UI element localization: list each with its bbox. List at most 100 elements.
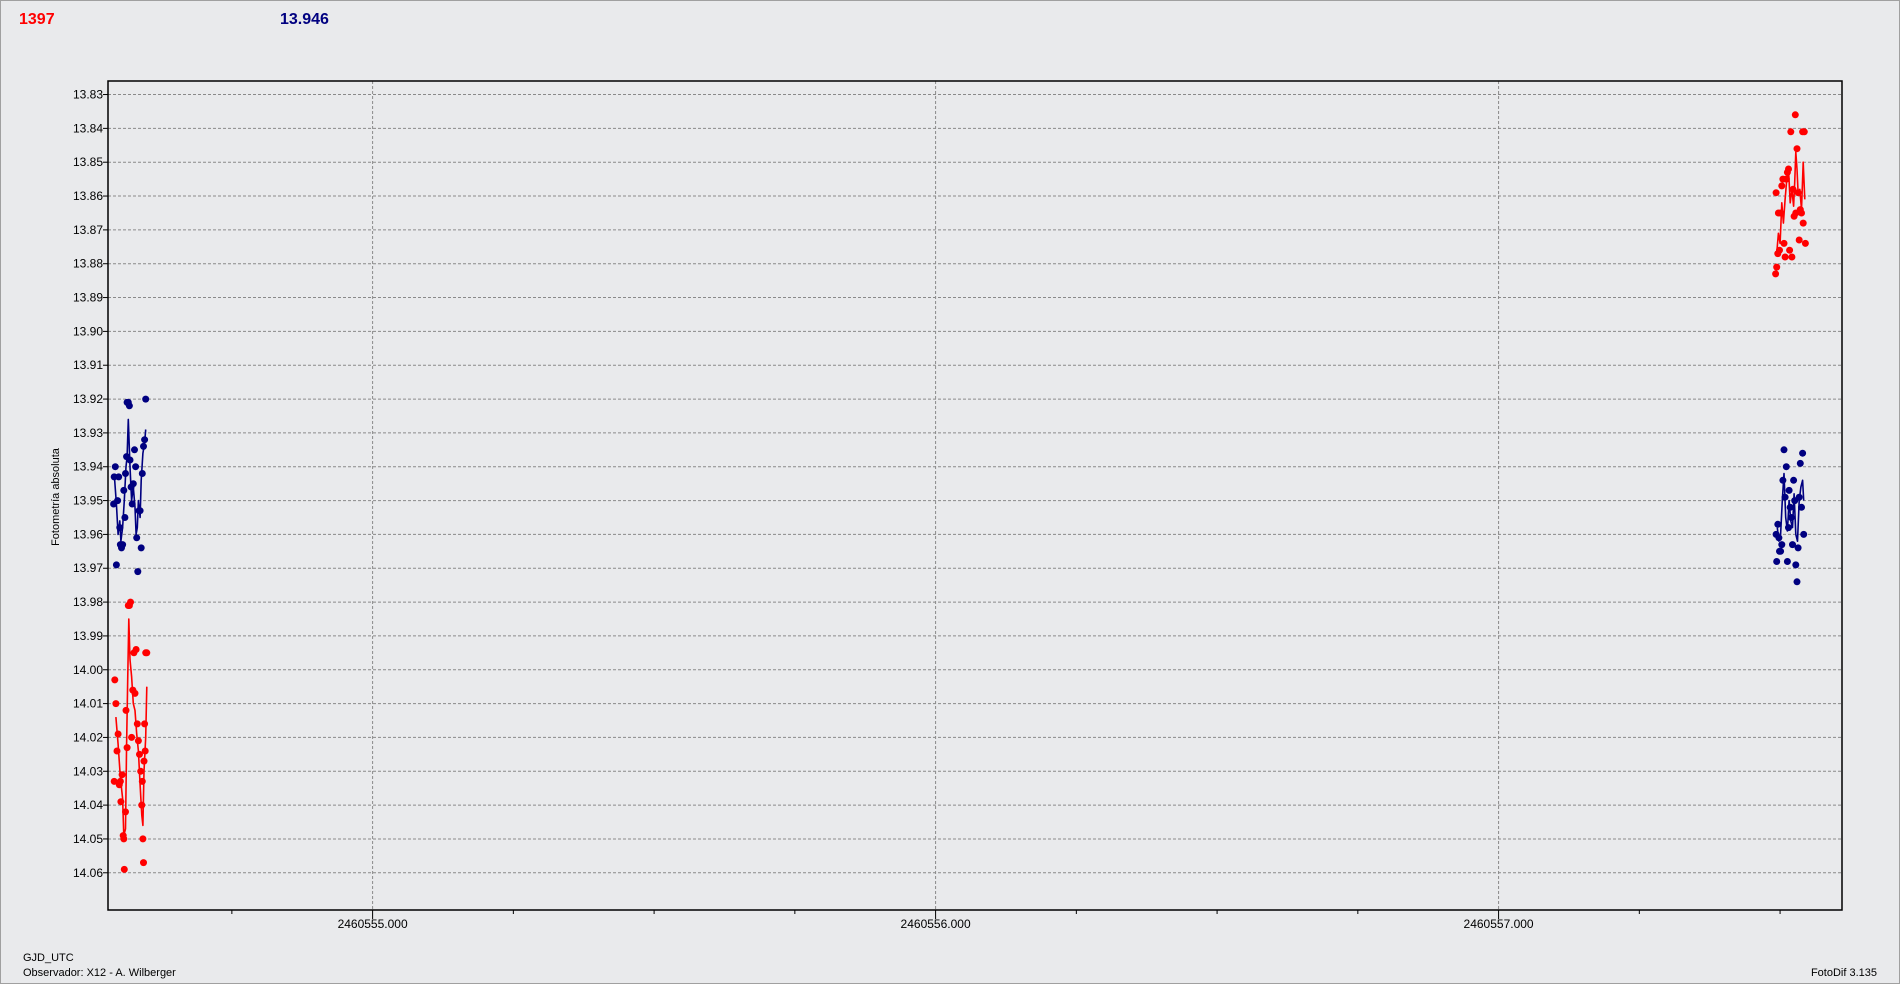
data-point bbox=[134, 737, 142, 745]
data-point bbox=[116, 524, 124, 532]
data-point bbox=[1785, 165, 1792, 173]
plot-area bbox=[108, 81, 1842, 910]
data-point bbox=[1779, 476, 1787, 484]
data-point bbox=[141, 747, 149, 755]
data-point bbox=[112, 561, 120, 569]
data-point bbox=[134, 568, 142, 576]
data-point bbox=[1777, 547, 1785, 555]
data-point bbox=[1786, 503, 1794, 511]
data-point bbox=[1787, 128, 1795, 136]
data-point bbox=[1798, 209, 1805, 217]
data-point bbox=[1781, 493, 1789, 501]
data-point bbox=[120, 835, 128, 843]
data-point bbox=[1800, 128, 1808, 136]
data-point bbox=[1795, 236, 1803, 244]
x-tick-label: 2460555.000 bbox=[338, 917, 408, 931]
y-tick-label: 13.98 bbox=[73, 595, 103, 609]
data-point bbox=[1785, 486, 1793, 494]
data-point bbox=[1788, 253, 1796, 261]
data-point bbox=[132, 463, 140, 471]
y-tick-label: 13.89 bbox=[73, 291, 103, 305]
data-point bbox=[111, 676, 119, 684]
data-point bbox=[1782, 175, 1790, 183]
data-point bbox=[138, 801, 146, 809]
data-point bbox=[1773, 263, 1781, 271]
y-tick-label: 13.85 bbox=[73, 155, 103, 169]
data-point bbox=[125, 402, 133, 410]
data-point bbox=[122, 706, 130, 714]
data-point bbox=[137, 544, 145, 552]
y-tick-label: 13.90 bbox=[73, 324, 103, 338]
y-tick-label: 13.84 bbox=[73, 121, 103, 135]
y-tick-label: 14.06 bbox=[73, 866, 103, 880]
data-point bbox=[1780, 446, 1788, 454]
x-axis-label: GJD_UTC bbox=[23, 952, 74, 964]
data-point bbox=[122, 470, 129, 477]
data-point bbox=[1793, 145, 1801, 153]
data-point bbox=[111, 463, 119, 471]
data-point bbox=[1800, 530, 1808, 538]
data-point bbox=[1778, 182, 1786, 190]
data-point bbox=[140, 757, 148, 765]
data-point bbox=[133, 720, 141, 728]
data-point bbox=[1772, 270, 1780, 278]
y-tick-label: 13.99 bbox=[73, 629, 103, 643]
y-tick-label: 14.00 bbox=[73, 663, 103, 677]
data-point bbox=[120, 865, 128, 873]
version-label: FotoDif 3.135 bbox=[1810, 967, 1877, 979]
x-tick-label: 2460557.000 bbox=[1464, 917, 1534, 931]
data-point bbox=[116, 777, 124, 785]
data-point bbox=[119, 541, 127, 549]
data-point bbox=[1790, 476, 1798, 484]
data-point bbox=[141, 720, 149, 728]
data-point bbox=[133, 534, 141, 542]
data-point bbox=[1795, 493, 1803, 501]
data-point bbox=[1772, 189, 1780, 197]
y-tick-label: 14.01 bbox=[73, 697, 103, 711]
data-point bbox=[131, 689, 139, 697]
data-point bbox=[132, 646, 140, 653]
data-point bbox=[137, 767, 145, 775]
data-point bbox=[140, 442, 147, 450]
y-tick-label: 13.83 bbox=[73, 88, 103, 102]
data-point bbox=[1775, 534, 1783, 542]
data-point bbox=[1793, 578, 1801, 586]
data-point bbox=[121, 514, 129, 521]
data-point bbox=[1801, 239, 1809, 247]
data-point bbox=[112, 700, 120, 708]
y-tick-label: 13.86 bbox=[73, 189, 103, 203]
y-tick-label: 14.05 bbox=[73, 832, 103, 846]
data-point bbox=[1782, 463, 1790, 471]
data-point bbox=[127, 598, 134, 606]
light-curve-chart: 13.83 13.84 13.85 13.86 13.87 13.88 13.89 13.90… bbox=[50, 80, 1843, 931]
data-point bbox=[138, 777, 146, 785]
data-point bbox=[1780, 239, 1788, 247]
data-point bbox=[122, 808, 129, 816]
data-point bbox=[115, 473, 123, 481]
data-point bbox=[138, 470, 146, 477]
data-point bbox=[1792, 561, 1800, 569]
data-point bbox=[117, 798, 125, 806]
data-point bbox=[120, 486, 128, 494]
data-point bbox=[1799, 219, 1807, 227]
data-point bbox=[128, 733, 136, 741]
y-tick-label: 13.97 bbox=[73, 561, 103, 575]
data-point bbox=[1781, 253, 1789, 261]
y-tick-label: 13.94 bbox=[73, 460, 103, 474]
y-tick-label: 13.93 bbox=[73, 426, 103, 440]
data-point bbox=[1787, 514, 1795, 521]
data-point bbox=[114, 497, 122, 505]
y-tick-label: 13.91 bbox=[73, 358, 103, 372]
data-point bbox=[126, 456, 134, 464]
data-point bbox=[136, 507, 144, 515]
observer-label: Observador: X12 - A. Wilberger bbox=[23, 967, 176, 979]
data-point bbox=[1776, 246, 1783, 254]
data-point bbox=[141, 436, 149, 444]
data-point bbox=[131, 446, 138, 454]
data-point bbox=[1799, 449, 1807, 457]
data-point bbox=[1773, 558, 1781, 565]
y-tick-label: 13.95 bbox=[73, 494, 103, 508]
y-tick-label: 14.04 bbox=[73, 798, 103, 812]
y-tick-label: 13.96 bbox=[73, 527, 103, 541]
chart-window: 1397 13.946 13.83 13.84 13.85 13.86 13.87 13.… bbox=[0, 0, 1900, 984]
